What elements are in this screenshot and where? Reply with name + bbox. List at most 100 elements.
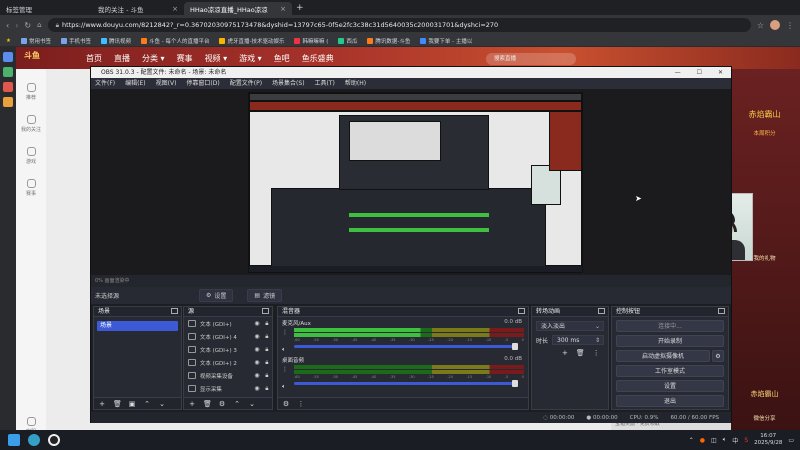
notification-icon[interactable]: ▭ bbox=[788, 437, 794, 444]
bookmark-item[interactable]: 西瓜 bbox=[338, 37, 357, 45]
nav-video[interactable]: 视频 ▾ bbox=[205, 53, 228, 64]
undock-icon[interactable] bbox=[262, 308, 269, 314]
source-item[interactable]: 显示采集 ◉ 🔒︎ bbox=[184, 382, 272, 395]
undock-icon[interactable] bbox=[598, 308, 605, 314]
speaker-icon[interactable]: 🔈︎ bbox=[282, 383, 289, 390]
exit-button[interactable]: 退出 bbox=[616, 395, 724, 407]
source-item[interactable]: 文本 (GDI+) 4 ◉ 🔒︎ bbox=[184, 330, 272, 343]
menu-help[interactable]: 帮助(H) bbox=[345, 78, 366, 89]
slider-handle[interactable] bbox=[512, 380, 518, 387]
input-language[interactable]: 中 bbox=[732, 436, 738, 445]
menu-scene-collection[interactable]: 场景集合(S) bbox=[272, 78, 305, 89]
transition-select[interactable]: 淡入淡出 ⌄ bbox=[536, 321, 604, 331]
menu-docks[interactable]: 停靠窗口(D) bbox=[186, 78, 219, 89]
chevron-up-icon[interactable]: ⌃ bbox=[689, 437, 694, 444]
volume-slider[interactable] bbox=[294, 343, 518, 350]
url-field[interactable]: 🔒︎ https://www.douyu.com/8212842?_r=0.367… bbox=[47, 18, 751, 32]
left-nav-games[interactable]: 游戏 bbox=[16, 147, 46, 165]
left-nav-follow[interactable]: 我的关注 bbox=[16, 115, 46, 133]
back-icon[interactable]: ‹ bbox=[6, 21, 9, 30]
clock[interactable]: 16:07 2025/9/28 bbox=[754, 433, 782, 447]
bookmark-item[interactable]: 韩嘛嘛嘛 ( bbox=[294, 37, 328, 45]
menu-icon[interactable]: ⋮ bbox=[786, 21, 794, 30]
undock-icon[interactable] bbox=[718, 308, 725, 314]
more-icon[interactable]: ⋮ bbox=[593, 349, 600, 357]
filters-button[interactable]: ▤ 滤镜 bbox=[247, 289, 283, 302]
left-nav-events[interactable]: 赛事 bbox=[16, 179, 46, 197]
browser-tab-active[interactable]: HHao凉凉直播_HHao凉凉 × bbox=[184, 2, 292, 15]
lock-icon[interactable]: 🔒︎ bbox=[265, 346, 272, 353]
douyu-logo[interactable]: 斗鱼 bbox=[24, 50, 40, 61]
source-item[interactable]: 文本 (GDI+) 2 ◉ 🔒︎ bbox=[184, 356, 272, 369]
chevron-down-icon[interactable]: ⌄ bbox=[248, 400, 256, 408]
eye-icon[interactable]: ◉ bbox=[254, 320, 261, 327]
lock-icon[interactable]: 🔒︎ bbox=[265, 385, 272, 392]
close-icon[interactable]: × bbox=[280, 5, 286, 13]
nav-category[interactable]: 分类 ▾ bbox=[142, 53, 165, 64]
event-banner-title[interactable]: 赤焰霸山 bbox=[729, 109, 800, 120]
slider-handle[interactable] bbox=[512, 343, 518, 350]
virtual-camera-button[interactable]: 启动虚拟摄像机 bbox=[616, 350, 710, 362]
lock-icon[interactable]: 🔒︎ bbox=[265, 372, 272, 379]
volume-slider[interactable] bbox=[294, 380, 518, 387]
maximize-button[interactable]: ☐ bbox=[697, 67, 702, 78]
obs-preview-area[interactable]: ➤ bbox=[91, 89, 731, 275]
menu-profile[interactable]: 配置文件(P) bbox=[230, 78, 262, 89]
source-item[interactable]: 文本 (GDI+) ◉ 🔒︎ bbox=[184, 317, 272, 330]
source-item[interactable]: 视频采集设备 ◉ 🔒︎ bbox=[184, 369, 272, 382]
eye-icon[interactable]: ◉ bbox=[254, 359, 261, 366]
reload-icon[interactable]: ↻ bbox=[24, 21, 31, 30]
scene-item[interactable]: 场景 bbox=[97, 321, 178, 331]
speaker-icon[interactable]: 🔈︎ bbox=[282, 346, 289, 353]
add-icon[interactable]: + bbox=[98, 400, 106, 408]
properties-button[interactable]: ⚙ 设置 bbox=[199, 289, 234, 302]
sidebar-app-icon[interactable] bbox=[3, 82, 13, 92]
nav-home[interactable]: 首页 bbox=[86, 53, 102, 64]
bookmark-item[interactable]: 腾讯视频 bbox=[100, 37, 131, 45]
duration-input[interactable]: 300 ms ⇕ bbox=[552, 335, 604, 345]
bookmark-item[interactable]: 手机书签 bbox=[60, 37, 91, 45]
menu-tools[interactable]: 工具(T) bbox=[315, 78, 335, 89]
eye-icon[interactable]: ◉ bbox=[254, 333, 261, 340]
browser-tab[interactable]: 我的关注 - 斗鱼 × bbox=[92, 2, 184, 15]
chevron-up-icon[interactable]: ⌃ bbox=[143, 400, 151, 408]
minimize-button[interactable]: — bbox=[675, 67, 681, 78]
close-button[interactable]: ✕ bbox=[718, 67, 723, 78]
home-icon[interactable]: ⌂ bbox=[37, 21, 41, 29]
trash-icon[interactable]: 🗑︎ bbox=[576, 349, 585, 357]
search-input[interactable]: 搜索直播 bbox=[486, 53, 576, 65]
close-icon[interactable]: × bbox=[172, 5, 178, 13]
lock-icon[interactable]: 🔒︎ bbox=[265, 320, 272, 327]
settings-button[interactable]: 设置 bbox=[616, 380, 724, 392]
source-item[interactable]: 文本 (GDI+) 3 ◉ 🔒︎ bbox=[184, 343, 272, 356]
add-icon[interactable]: + bbox=[562, 349, 568, 357]
volume-icon[interactable]: 🔈︎ bbox=[723, 436, 727, 444]
event-badge[interactable]: 赤焰霸山 bbox=[729, 389, 800, 399]
undock-icon[interactable] bbox=[171, 308, 178, 314]
bookmark-item[interactable]: 斗鱼 - 每个人的直播平台 bbox=[140, 37, 209, 45]
new-tab-icon[interactable]: + bbox=[296, 3, 304, 13]
preview-canvas[interactable] bbox=[248, 92, 583, 273]
stepper-icon[interactable]: ⇕ bbox=[595, 336, 600, 345]
security-icon[interactable]: S bbox=[744, 437, 748, 444]
gear-icon[interactable]: ⚙ bbox=[282, 400, 290, 408]
eye-icon[interactable]: ◉ bbox=[254, 346, 261, 353]
network-icon[interactable]: ◫ bbox=[711, 437, 717, 444]
bookmark-item[interactable]: 腾讯数据-斗鱼 bbox=[367, 37, 410, 45]
menu-file[interactable]: 文件(F) bbox=[95, 78, 115, 89]
chevron-up-icon[interactable]: ⌃ bbox=[233, 400, 241, 408]
gear-icon[interactable]: ⚙ bbox=[218, 400, 226, 408]
eye-icon[interactable]: ◉ bbox=[254, 372, 261, 379]
sidebar-app-icon[interactable] bbox=[3, 97, 13, 107]
douyu-tray-icon[interactable]: ● bbox=[700, 437, 705, 444]
lock-icon[interactable]: 🔒︎ bbox=[265, 359, 272, 366]
filter-icon[interactable]: ▣ bbox=[128, 400, 136, 408]
bookmark-item[interactable]: 虎牙直播-技术驱动娱乐 bbox=[219, 37, 284, 45]
start-streaming-button[interactable]: 连接中... bbox=[616, 320, 724, 332]
more-icon[interactable]: ⋮ bbox=[297, 400, 305, 408]
forward-icon[interactable]: › bbox=[15, 21, 18, 30]
left-nav-service[interactable]: 客服 bbox=[16, 417, 46, 430]
browser-app-icon[interactable] bbox=[28, 434, 40, 446]
more-icon[interactable]: ⋮ bbox=[282, 366, 289, 373]
browser-tab[interactable]: 标签管理 bbox=[0, 2, 92, 15]
